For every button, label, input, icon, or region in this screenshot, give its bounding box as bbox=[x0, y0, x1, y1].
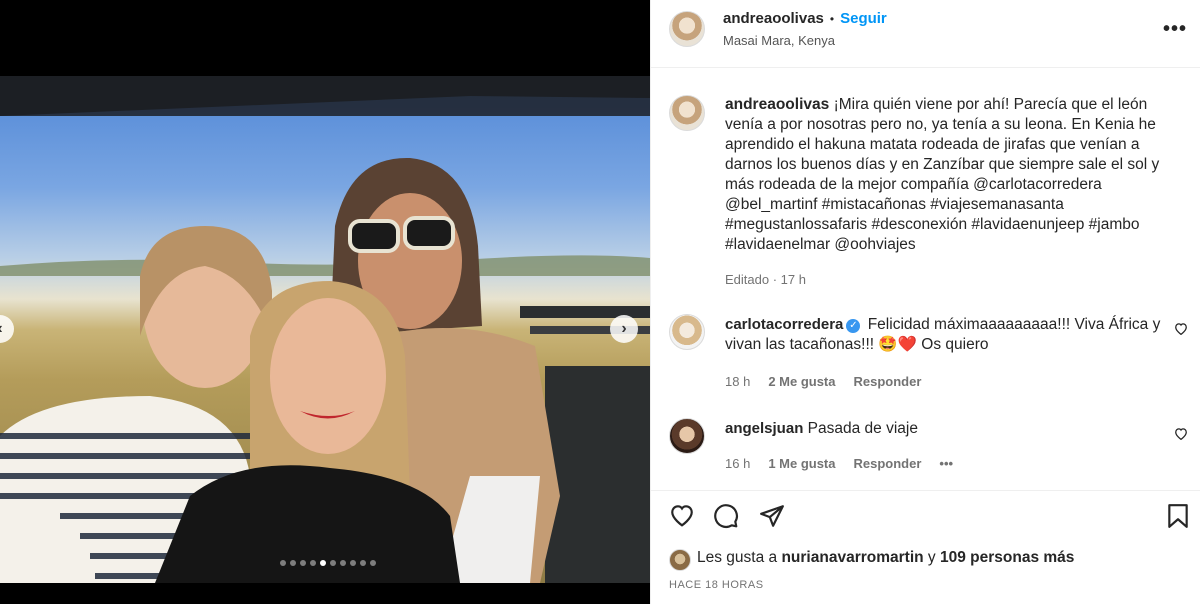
post-actions: Les gusta a nurianavarromartin y 109 per… bbox=[651, 490, 1200, 604]
verified-icon: ✓ bbox=[846, 319, 861, 333]
share-icon[interactable] bbox=[759, 503, 785, 534]
author-username[interactable]: andreaoolivas bbox=[723, 10, 824, 27]
carousel-dot[interactable] bbox=[280, 560, 286, 566]
comment-author[interactable]: angelsjuan bbox=[725, 420, 803, 437]
bookmark-icon[interactable] bbox=[1167, 503, 1189, 534]
instagram-post-view: ‹ › andreaoolivas • Seguir Masai Mara, K… bbox=[0, 0, 1200, 604]
comment-more-icon[interactable]: ••• bbox=[939, 456, 953, 471]
post-caption: andreaoolivas ¡Mira quién viene por ahí!… bbox=[725, 95, 1180, 255]
comment-time: 16 h bbox=[725, 456, 751, 471]
comment-time: 18 h bbox=[725, 374, 751, 389]
photo-illustration bbox=[0, 76, 650, 583]
comment-item: carlotacorredera ✓ Felicidad máximaaaaaaa… bbox=[725, 315, 1165, 355]
comment-avatar[interactable] bbox=[669, 418, 705, 454]
next-photo-button[interactable]: › bbox=[610, 315, 638, 343]
carousel-dot[interactable] bbox=[360, 560, 366, 566]
separator-dot: • bbox=[829, 12, 835, 26]
liker-username[interactable]: nurianavarromartin bbox=[781, 549, 923, 566]
comment-icon[interactable] bbox=[713, 503, 739, 534]
post-details-panel: andreaoolivas • Seguir Masai Mara, Kenya… bbox=[650, 0, 1200, 604]
carousel-dot[interactable] bbox=[300, 560, 306, 566]
comment-meta: 18 h 2 Me gusta Responder bbox=[725, 374, 921, 389]
caption-edited: Editado · 17 h bbox=[725, 272, 806, 287]
heart-icon[interactable] bbox=[669, 503, 695, 532]
carousel-dot[interactable] bbox=[310, 560, 316, 566]
header-line: andreaoolivas • Seguir bbox=[723, 10, 887, 27]
more-options-icon[interactable]: ••• bbox=[1163, 18, 1187, 41]
carousel-dot[interactable] bbox=[330, 560, 336, 566]
chevron-right-icon: › bbox=[621, 320, 627, 337]
like-comment-heart-icon[interactable] bbox=[1174, 427, 1188, 443]
reply-button[interactable]: Responder bbox=[854, 456, 922, 471]
carousel-dot[interactable] bbox=[340, 560, 346, 566]
comment-likes[interactable]: 1 Me gusta bbox=[768, 456, 835, 471]
carousel-dot[interactable] bbox=[320, 560, 326, 566]
carousel-indicator bbox=[0, 560, 650, 566]
post-header: andreaoolivas • Seguir Masai Mara, Kenya… bbox=[651, 0, 1200, 68]
caption-avatar[interactable] bbox=[669, 95, 705, 131]
caption-author[interactable]: andreaoolivas bbox=[725, 96, 829, 113]
carousel-dot[interactable] bbox=[290, 560, 296, 566]
post-photo[interactable] bbox=[0, 76, 650, 583]
comment-text: Pasada de viaje bbox=[807, 420, 918, 437]
likes-conj: y bbox=[927, 549, 936, 566]
media-panel: ‹ › bbox=[0, 0, 650, 604]
location-link[interactable]: Masai Mara, Kenya bbox=[723, 33, 835, 48]
carousel-dot[interactable] bbox=[350, 560, 356, 566]
comment-avatar[interactable] bbox=[669, 314, 705, 350]
comment-author[interactable]: carlotacorredera bbox=[725, 316, 843, 333]
comment-meta: 16 h 1 Me gusta Responder ••• bbox=[725, 456, 953, 471]
comment-item: angelsjuan Pasada de viaje bbox=[725, 419, 1165, 439]
comment-likes[interactable]: 2 Me gusta bbox=[768, 374, 835, 389]
author-avatar[interactable] bbox=[669, 11, 705, 47]
caption-text: ¡Mira quién viene por ahí! Parecía que e… bbox=[725, 96, 1160, 253]
liker-avatar[interactable] bbox=[669, 549, 691, 571]
post-timestamp: HACE 18 HORAS bbox=[669, 579, 764, 591]
likes-prefix: Les gusta a bbox=[697, 549, 778, 566]
likes-summary: Les gusta a nurianavarromartin y 109 per… bbox=[697, 549, 1074, 567]
chevron-left-icon: ‹ bbox=[0, 320, 3, 338]
likes-others[interactable]: 109 personas más bbox=[940, 549, 1074, 566]
like-comment-heart-icon[interactable] bbox=[1174, 322, 1188, 338]
reply-button[interactable]: Responder bbox=[854, 374, 922, 389]
carousel-dot[interactable] bbox=[370, 560, 376, 566]
follow-button[interactable]: Seguir bbox=[840, 10, 887, 27]
